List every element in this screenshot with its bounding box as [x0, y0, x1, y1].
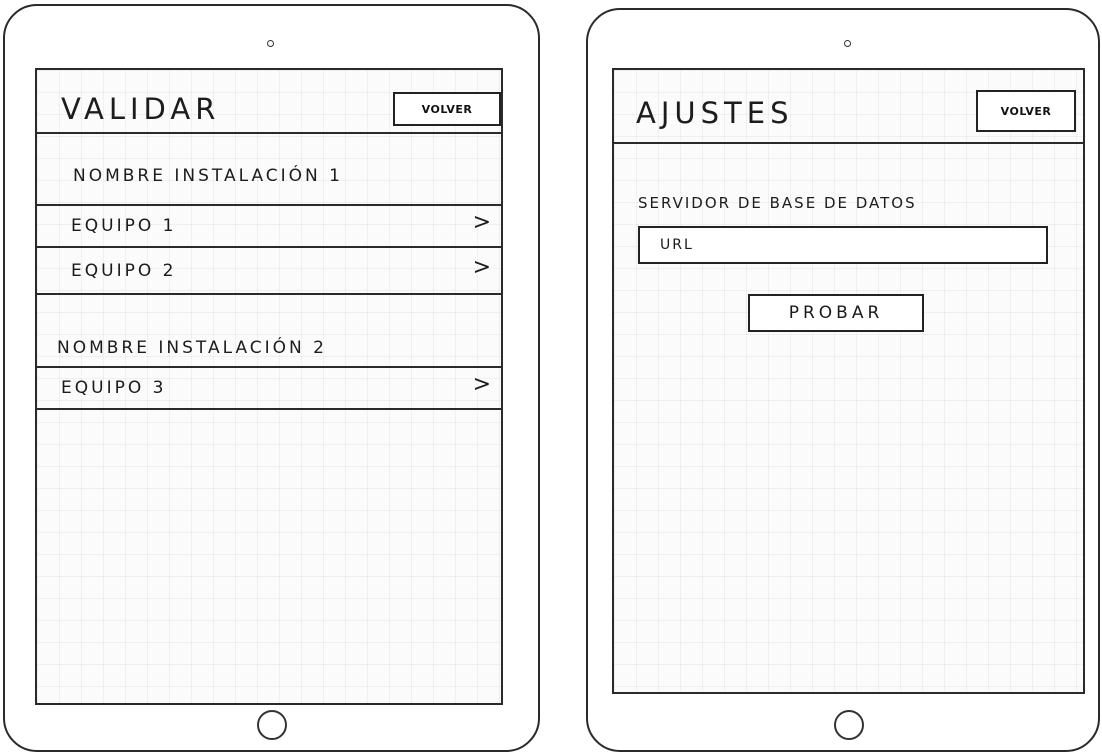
list-item-label: Equipo 2	[71, 261, 177, 281]
back-button[interactable]: Volver	[393, 92, 501, 126]
header-divider	[37, 132, 501, 134]
divider	[37, 408, 501, 410]
list-item-equipo-3[interactable]: Equipo 3 >	[37, 368, 501, 408]
test-button[interactable]: Probar	[748, 294, 924, 332]
tablet-validar: Validar Volver Nombre instalación 1 Equi…	[3, 4, 540, 752]
camera-icon	[844, 40, 851, 47]
page-title: Ajustes	[636, 96, 794, 130]
list-item-equipo-2[interactable]: Equipo 2 >	[37, 248, 501, 292]
tablet-ajustes: Ajustes Volver Servidor de base de datos…	[586, 8, 1100, 752]
chevron-right-icon: >	[472, 372, 491, 397]
installation-header-1: Nombre instalación 1	[73, 166, 343, 186]
validar-screen: Validar Volver Nombre instalación 1 Equi…	[35, 68, 503, 705]
url-input[interactable]: URL	[638, 226, 1048, 264]
page-title: Validar	[61, 92, 221, 126]
installation-header-2: Nombre instalación 2	[57, 338, 327, 358]
list-item-equipo-1[interactable]: Equipo 1 >	[37, 206, 501, 246]
camera-icon	[267, 40, 274, 47]
header-divider	[614, 142, 1083, 144]
ajustes-screen: Ajustes Volver Servidor de base de datos…	[612, 68, 1085, 694]
divider	[37, 293, 501, 295]
home-button[interactable]	[834, 710, 864, 740]
list-item-label: Equipo 1	[71, 216, 177, 236]
chevron-right-icon: >	[472, 255, 491, 280]
home-button[interactable]	[257, 710, 287, 740]
back-button[interactable]: Volver	[976, 90, 1076, 132]
list-item-label: Equipo 3	[61, 378, 167, 398]
db-server-label: Servidor de base de datos	[638, 194, 917, 212]
chevron-right-icon: >	[472, 210, 491, 235]
